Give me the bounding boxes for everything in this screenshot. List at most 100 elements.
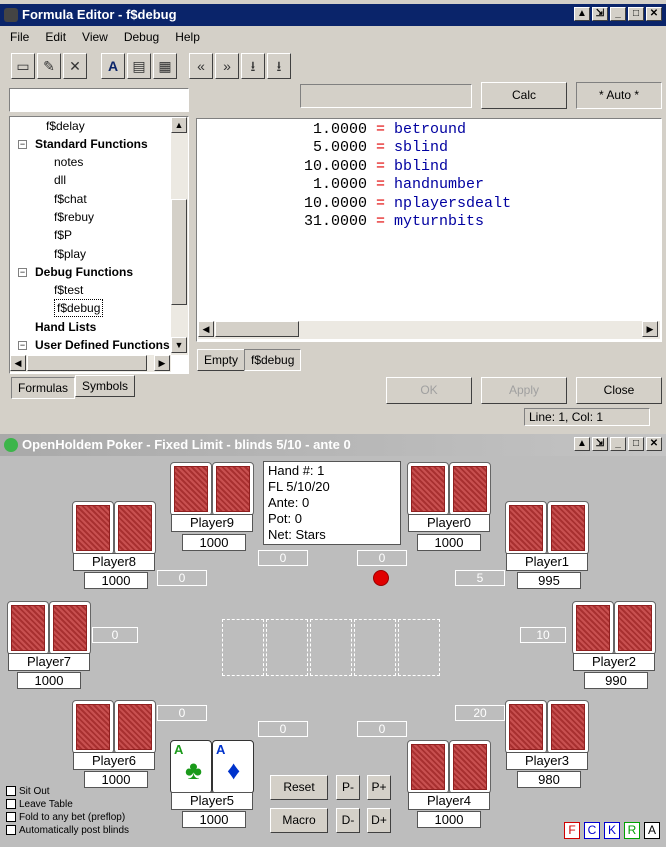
ok-button[interactable]: OK xyxy=(386,377,472,404)
checkbox-label: Leave Table xyxy=(19,799,73,810)
scroll-up-icon[interactable]: ▲ xyxy=(574,7,590,21)
minimize-icon[interactable]: _ xyxy=(610,437,626,451)
board-card-slot xyxy=(398,619,440,676)
delete-icon[interactable]: ✕ xyxy=(63,53,87,79)
fold-any-bet-checkbox[interactable]: Fold to any bet (preflop) xyxy=(6,812,125,824)
menu-file[interactable]: File xyxy=(4,27,35,47)
d-minus-button[interactable]: D- xyxy=(336,808,360,833)
tab-f-debug[interactable]: f$debug xyxy=(244,349,302,371)
pin-icon[interactable]: ⇲ xyxy=(592,437,608,451)
collapse-icon[interactable]: − xyxy=(18,140,27,149)
tree-item-f-test[interactable]: f$test xyxy=(54,281,83,299)
tree-item-hand-lists[interactable]: Hand Lists xyxy=(35,318,96,336)
reset-button[interactable]: Reset xyxy=(270,775,328,800)
card-back xyxy=(212,462,254,516)
scroll-down-icon[interactable]: ▼ xyxy=(171,337,187,353)
editor-line: 1.0000 = handnumber xyxy=(197,176,484,193)
line-value: 1.0000 xyxy=(312,121,367,138)
auto-post-blinds-checkbox[interactable]: Automatically post blinds xyxy=(6,825,129,837)
apply-button[interactable]: Apply xyxy=(481,377,567,404)
tree-item-f-p[interactable]: f$P xyxy=(54,226,72,244)
tree-item-standard-functions[interactable]: Standard Functions xyxy=(35,135,148,153)
collapse-icon[interactable]: − xyxy=(18,341,27,350)
player-bet: 0 xyxy=(92,627,138,643)
minimize-icon[interactable]: _ xyxy=(610,7,626,21)
calc-result-field[interactable] xyxy=(300,84,472,108)
p-plus-button[interactable]: P+ xyxy=(367,775,391,800)
expand-icon[interactable]: ⭳ xyxy=(267,53,291,79)
player-chips: 1000 xyxy=(417,811,481,828)
card-back xyxy=(614,601,656,655)
board-card-slot xyxy=(222,619,264,676)
scroll-up-icon[interactable]: ▲ xyxy=(574,437,590,451)
d-plus-button[interactable]: D+ xyxy=(367,808,391,833)
shift-right-icon[interactable]: » xyxy=(215,53,239,79)
menu-view[interactable]: View xyxy=(76,27,114,47)
properties-icon[interactable]: ▤ xyxy=(127,53,151,79)
close-button[interactable]: Close xyxy=(576,377,662,404)
edit-icon[interactable]: ✎ xyxy=(37,53,61,79)
tree-item-user-defined[interactable]: User Defined Functions xyxy=(35,336,173,354)
player-name: Player4 xyxy=(408,792,490,810)
checkbox-label: Automatically post blinds xyxy=(19,825,130,836)
p-minus-button[interactable]: P- xyxy=(336,775,360,800)
maximize-icon[interactable]: □ xyxy=(628,7,644,21)
player-name: Player6 xyxy=(73,752,155,770)
line-value: 10.0000 xyxy=(303,158,367,175)
scroll-right-icon[interactable]: ▶ xyxy=(642,321,658,337)
hero-card: A ♣ xyxy=(170,740,212,794)
scroll-thumb[interactable] xyxy=(215,321,299,337)
editor-hscrollbar[interactable]: ◀ ▶ xyxy=(198,321,660,339)
status-line-col: Line: 1, Col: 1 xyxy=(524,408,650,426)
close-icon[interactable]: ✕ xyxy=(646,7,662,21)
tree-item-f-delay[interactable]: f$delay xyxy=(46,117,85,135)
tab-symbols[interactable]: Symbols xyxy=(75,375,136,397)
grid-icon[interactable]: ▦ xyxy=(153,53,177,79)
menu-edit[interactable]: Edit xyxy=(39,27,72,47)
new-icon[interactable]: ▭ xyxy=(11,53,35,79)
collapse-icon[interactable]: − xyxy=(18,268,27,277)
menu-help[interactable]: Help xyxy=(169,27,206,47)
formula-editor[interactable]: 1.0000 = betround 5.0000 = sblind 10.000… xyxy=(196,118,662,342)
tree-vscrollbar[interactable]: ▲ ▼ xyxy=(171,117,188,355)
macro-button[interactable]: Macro xyxy=(270,808,328,833)
tree-item-notes[interactable]: notes xyxy=(54,153,83,171)
leave-table-checkbox[interactable]: Leave Table xyxy=(6,799,73,811)
scroll-left-icon[interactable]: ◀ xyxy=(198,321,214,337)
scroll-thumb[interactable] xyxy=(27,355,147,371)
auto-button[interactable]: * Auto * xyxy=(576,82,662,109)
tree-item-dll[interactable]: dll xyxy=(54,171,66,189)
editor-titlebar[interactable]: Formula Editor - f$debug ▲ ⇲ _ □ ✕ xyxy=(0,4,666,26)
player-bet: 0 xyxy=(357,550,407,566)
tab-formulas[interactable]: Formulas xyxy=(11,377,76,399)
scroll-right-icon[interactable]: ▶ xyxy=(154,355,170,371)
tree-item-debug-functions[interactable]: Debug Functions xyxy=(35,263,133,281)
tree-item-f-debug[interactable]: f$debug xyxy=(54,299,104,317)
close-icon[interactable]: ✕ xyxy=(646,437,662,451)
pin-icon[interactable]: ⇲ xyxy=(592,7,608,21)
scroll-thumb[interactable] xyxy=(171,199,187,305)
search-input[interactable] xyxy=(9,88,189,112)
scroll-left-icon[interactable]: ◀ xyxy=(10,355,26,371)
tree-item-f-chat[interactable]: f$chat xyxy=(54,190,87,208)
player-chips: 980 xyxy=(517,771,581,788)
function-tree[interactable]: f$delay − Standard Functions notes dll f… xyxy=(9,116,189,374)
font-icon[interactable]: A xyxy=(101,53,125,79)
calc-button[interactable]: Calc xyxy=(481,82,567,109)
player-name: Player9 xyxy=(171,514,253,532)
tab-empty[interactable]: Empty xyxy=(197,349,246,371)
flag-c: C xyxy=(584,822,600,839)
tree-item-f-rebuy[interactable]: f$rebuy xyxy=(54,208,94,226)
tree-item-f-play[interactable]: f$play xyxy=(54,245,86,263)
info-hand-number: Hand #: 1 xyxy=(268,463,325,478)
editor-line: 10.0000 = bblind xyxy=(197,158,448,175)
line-eq: = xyxy=(376,195,386,212)
menu-debug[interactable]: Debug xyxy=(118,27,165,47)
maximize-icon[interactable]: □ xyxy=(628,437,644,451)
poker-titlebar[interactable]: OpenHoldem Poker - Fixed Limit - blinds … xyxy=(0,434,666,456)
shift-left-icon[interactable]: « xyxy=(189,53,213,79)
tree-hscrollbar[interactable]: ◀ ▶ xyxy=(10,355,171,372)
collapse-icon[interactable]: ⭳ xyxy=(241,53,265,79)
sit-out-checkbox[interactable]: Sit Out xyxy=(6,786,50,798)
scroll-up-icon[interactable]: ▲ xyxy=(171,117,187,133)
